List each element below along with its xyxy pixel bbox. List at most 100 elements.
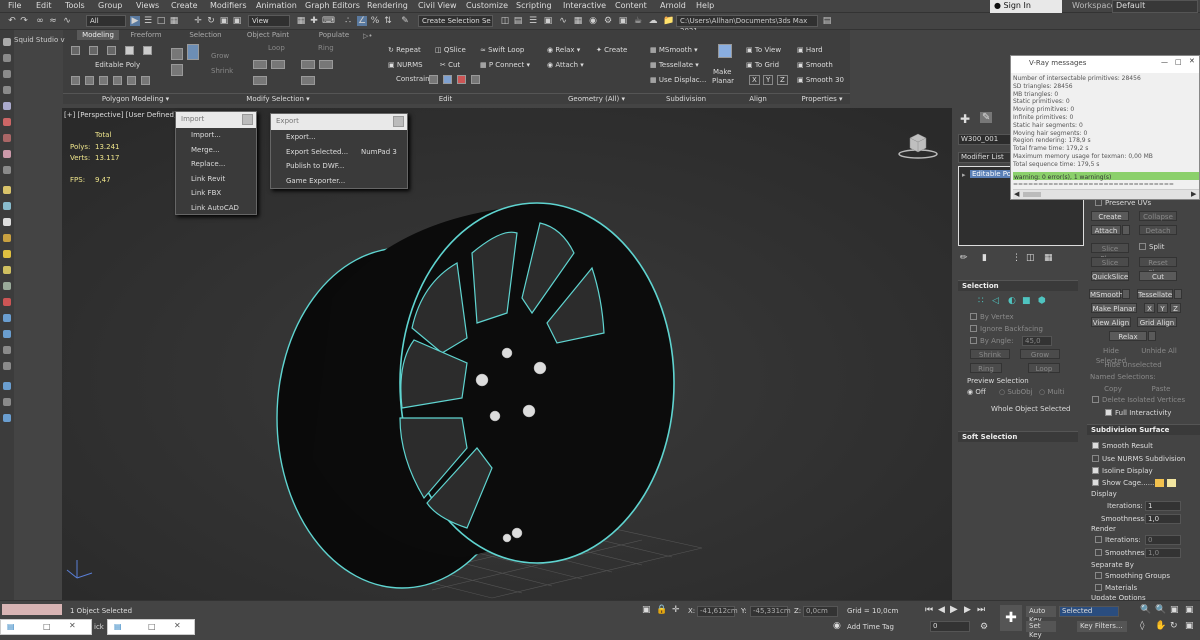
key-filters-button[interactable]: Key Filters... (1077, 621, 1127, 632)
align-icon[interactable]: ▤ (513, 16, 523, 26)
border-select-icon[interactable]: ◐ (1008, 296, 1016, 306)
render-icon[interactable]: ☕ (633, 16, 643, 26)
window-crossing-icon[interactable]: ▦ (169, 16, 179, 26)
squid-icon[interactable] (3, 38, 11, 46)
toggle-ribbon-icon[interactable]: ▣ (543, 16, 553, 26)
selected-keys-dropdown[interactable]: Selected (1059, 606, 1119, 617)
preview-subobj-radio[interactable]: ○ SubObj (999, 388, 1033, 396)
viewcube-icon[interactable] (898, 130, 938, 160)
move-icon[interactable]: ✛ (193, 16, 203, 26)
add-time-tag[interactable]: Add Time Tag (847, 623, 894, 631)
close-icon[interactable]: ✕ (1189, 57, 1195, 65)
zoom-icon[interactable]: 🔍 (1140, 605, 1151, 615)
show-end-result-icon[interactable]: ▮ (982, 253, 987, 263)
constraint-edge-icon[interactable] (443, 75, 452, 84)
transform-type-icon[interactable]: ✛ (672, 605, 680, 615)
view-align-button[interactable]: View Align (1091, 317, 1131, 327)
ribbon-relax[interactable]: ◉ Relax ▾ (547, 46, 580, 54)
angle-snap-icon[interactable]: ∠ (357, 16, 367, 26)
viewport-label[interactable]: [+] [Perspective] [User Defined] [E (64, 111, 186, 119)
modify-mode-icon[interactable] (127, 76, 136, 85)
tab-object-paint[interactable]: Object Paint (243, 30, 293, 40)
group-align[interactable]: Align (722, 93, 794, 103)
relax-settings-button[interactable] (1148, 331, 1156, 341)
edit-named-selection-icon[interactable]: ✎ (400, 16, 410, 26)
folder-icon[interactable]: 📁 (663, 16, 674, 26)
render-cloud-icon[interactable]: ☁ (648, 16, 658, 26)
group-modify-selection[interactable]: Modify Selection ▾ (208, 93, 348, 103)
menu-graph-editors[interactable]: Graph Editors (305, 1, 360, 10)
zoom-extents-all-icon[interactable]: ▣ (1185, 605, 1194, 615)
menu-tools[interactable]: Tools (65, 1, 85, 10)
curve-editor-icon[interactable]: ∿ (558, 16, 568, 26)
tab-freeform[interactable]: Freeform (125, 30, 167, 40)
redo-icon[interactable]: ↷ (19, 16, 29, 26)
make-planar-button[interactable]: Make Planar (1091, 303, 1137, 313)
tool-icon[interactable] (3, 282, 11, 290)
vray-title-bar[interactable]: V-Ray messages — □ ✕ (1011, 56, 1199, 73)
tool-icon[interactable] (3, 70, 11, 78)
ribbon-align-x[interactable]: X (749, 75, 760, 85)
group-properties[interactable]: Properties ▾ (794, 93, 850, 103)
planar-y-button[interactable]: Y (1157, 303, 1168, 313)
attach-settings-button[interactable] (1122, 225, 1130, 235)
menu-civil-view[interactable]: Civil View (418, 1, 457, 10)
close-icon[interactable]: ✕ (174, 621, 181, 630)
ribbon-align-z[interactable]: Z (777, 75, 788, 85)
render-iterations-input[interactable]: 0 (1145, 535, 1181, 545)
unlink-icon[interactable]: ≈ (48, 16, 58, 26)
pan-icon[interactable]: ✋ (1155, 621, 1166, 631)
menu-create[interactable]: Create (171, 1, 198, 10)
play-icon[interactable]: ▶ (950, 604, 958, 615)
go-to-end-icon[interactable]: ⏭ (977, 605, 985, 615)
go-to-start-icon[interactable]: ⏮ (925, 605, 933, 615)
make-unique-icon[interactable]: ⋮ (1012, 253, 1021, 263)
vray-horizontal-scrollbar[interactable]: ◀ ▶ (1013, 189, 1199, 199)
grow-select-icon[interactable] (171, 48, 183, 60)
delete-isolated-checkbox[interactable]: Delete Isolated Vertices (1092, 396, 1185, 404)
menu-rendering[interactable]: Rendering (367, 1, 408, 10)
hide-selected-button[interactable]: Hide Selected (1089, 346, 1133, 365)
smooth-result-checkbox[interactable]: Smooth Result (1092, 442, 1153, 450)
pivot-center-icon[interactable]: ▦ (296, 16, 306, 26)
ribbon-qslice[interactable]: ◫ QSlice (435, 46, 466, 54)
menu-help[interactable]: Help (696, 1, 714, 10)
smoothing-groups-checkbox[interactable]: Smoothing Groups (1095, 572, 1170, 580)
attach-button[interactable]: Attach (1091, 225, 1121, 235)
rectangular-selection-icon[interactable]: □ (156, 16, 166, 26)
menu-customize[interactable]: Customize (466, 1, 508, 10)
ribbon-swift-loop[interactable]: ≈ Swift Loop (480, 46, 524, 54)
planar-z-button[interactable]: Z (1170, 303, 1181, 313)
make-planar-icon[interactable] (718, 44, 732, 58)
tool-icon[interactable] (3, 362, 11, 370)
polygon-mode-icon[interactable] (125, 46, 134, 55)
ribbon-to-grid[interactable]: ▣ To Grid (746, 61, 779, 69)
reference-coordinate-dropdown[interactable]: View (248, 15, 290, 27)
element-select-icon[interactable]: ⬢ (1038, 296, 1046, 306)
isolate-icon[interactable]: ▣ (642, 605, 651, 615)
restore-icon[interactable]: □ (148, 622, 156, 631)
maxscript-listener[interactable] (2, 604, 62, 615)
menu-content[interactable]: Content (615, 1, 647, 10)
rendered-frame-icon[interactable]: ▣ (618, 16, 628, 26)
set-key-icon[interactable]: ✚ (1000, 605, 1022, 631)
create-button[interactable]: Create (1091, 211, 1129, 221)
link-icon[interactable]: ∞ (35, 16, 45, 26)
ribbon-smooth[interactable]: ▣ Smooth (797, 61, 833, 69)
edge-mode-icon[interactable] (89, 46, 98, 55)
snaps-toggle-icon[interactable]: ∴ (343, 16, 353, 26)
maximize-icon[interactable]: □ (1175, 58, 1182, 66)
render-iterations-checkbox[interactable]: Iterations: (1095, 536, 1141, 544)
polygon-select-icon[interactable]: ■ (1022, 296, 1031, 306)
show-end-result-icon[interactable] (99, 76, 108, 85)
workspace-select[interactable]: Default (1112, 0, 1198, 13)
menu-views[interactable]: Views (136, 1, 159, 10)
constraint-face-icon[interactable] (457, 75, 466, 84)
loop-shift-icon[interactable] (253, 60, 267, 69)
import-menu-close[interactable] (242, 114, 253, 125)
angle-input[interactable]: 45,0 (1022, 336, 1052, 346)
tool-icon[interactable] (3, 54, 11, 62)
display-smoothness-input[interactable]: 1,0 (1145, 514, 1181, 524)
ribbon-attach[interactable]: ◉ Attach ▾ (547, 61, 584, 69)
ribbon-align-y[interactable]: Y (763, 75, 774, 85)
